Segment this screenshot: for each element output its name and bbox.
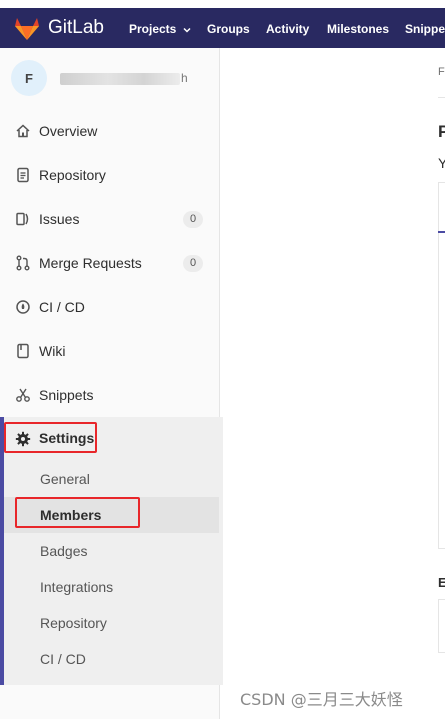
chevron-down-icon xyxy=(183,27,191,33)
sidebar-item-label: Snippets xyxy=(39,387,94,403)
sidebar-item-label: Overview xyxy=(39,123,98,139)
page-title: P xyxy=(438,122,445,141)
sidebar-item-ci-cd[interactable]: CI / CD xyxy=(0,285,219,329)
settings-subitem-repository[interactable]: Repository xyxy=(40,615,107,631)
merge-requests-count-badge: 0 xyxy=(183,254,203,272)
sidebar-item-snippets[interactable]: Snippets xyxy=(0,373,219,417)
sidebar-item-overview[interactable]: Overview xyxy=(0,109,219,153)
sidebar-item-label: Wiki xyxy=(39,343,66,359)
breadcrumb-divider xyxy=(438,97,445,98)
project-name-tail: h xyxy=(181,71,188,85)
sidebar-item-wiki[interactable]: Wiki xyxy=(0,329,219,373)
sidebar-item-repository[interactable]: Repository xyxy=(0,153,219,197)
gitlab-logo-icon[interactable] xyxy=(14,17,40,41)
merge-request-icon xyxy=(16,255,30,271)
settings-subitem-ci-cd[interactable]: CI / CD xyxy=(40,651,86,667)
members-highlight-box xyxy=(15,497,140,528)
breadcrumb[interactable]: Fi xyxy=(438,66,445,78)
settings-subitem-general[interactable]: General xyxy=(40,471,90,487)
page-description: Y xyxy=(438,155,445,171)
nav-activity[interactable]: Activity xyxy=(266,21,309,37)
brand-name[interactable]: GitLab xyxy=(48,17,104,39)
nav-snippets[interactable]: Snippets xyxy=(405,21,445,37)
issues-icon xyxy=(16,212,29,226)
main-content: Fi P Y E xyxy=(220,48,445,719)
settings-highlight-box xyxy=(4,422,97,453)
secondary-panel xyxy=(438,599,445,653)
settings-subitem-integrations[interactable]: Integrations xyxy=(40,579,113,595)
section-heading: E xyxy=(438,575,445,590)
project-avatar[interactable]: F xyxy=(11,60,47,96)
sidebar-item-label: Issues xyxy=(39,211,80,227)
project-sidebar: F h Overview Repository Issues 0 Merge R… xyxy=(0,48,223,719)
book-icon xyxy=(17,343,29,359)
settings-subitem-badges[interactable]: Badges xyxy=(40,543,87,559)
active-tab-indicator xyxy=(438,231,445,233)
home-icon xyxy=(16,124,30,138)
sidebar-item-issues[interactable]: Issues 0 xyxy=(0,197,219,241)
nav-groups[interactable]: Groups xyxy=(207,21,250,37)
document-icon xyxy=(17,167,29,183)
watermark: CSDN @三月三大妖怪 xyxy=(240,690,403,709)
scissors-icon xyxy=(16,388,30,402)
nav-projects[interactable]: Projects xyxy=(129,21,192,37)
rocket-icon xyxy=(16,300,30,314)
sidebar-item-label: Repository xyxy=(39,167,106,183)
sidebar-item-merge-requests[interactable]: Merge Requests 0 xyxy=(0,241,219,285)
top-navbar: GitLab Projects Groups Activity Mileston… xyxy=(0,8,445,48)
nav-projects-label: Projects xyxy=(129,22,177,36)
project-context-header[interactable]: F h xyxy=(0,48,219,110)
sidebar-item-label: Merge Requests xyxy=(39,255,142,271)
issues-count-badge: 0 xyxy=(183,210,203,228)
sidebar-item-label: CI / CD xyxy=(39,299,85,315)
nav-milestones[interactable]: Milestones xyxy=(327,21,389,37)
content-panel xyxy=(438,182,445,549)
project-name-redacted xyxy=(60,73,180,85)
